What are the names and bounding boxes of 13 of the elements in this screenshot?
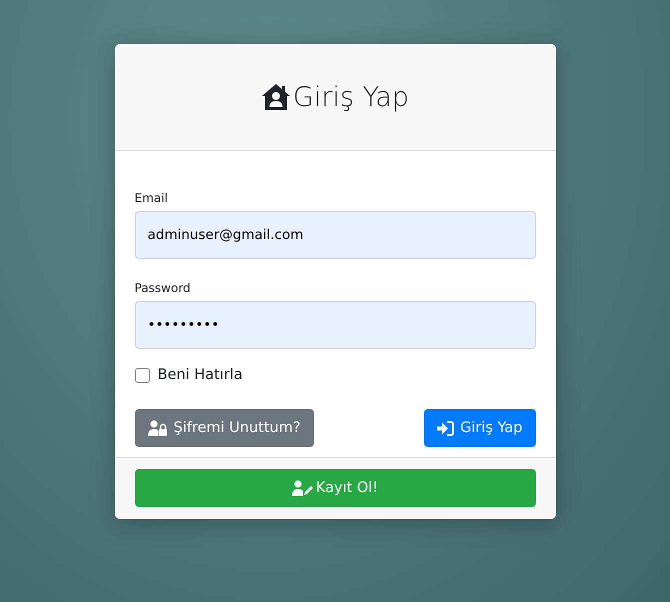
user-edit-icon <box>292 480 314 496</box>
user-lock-icon <box>148 420 168 436</box>
field-label: Email <box>134 191 169 205</box>
house-user-icon <box>260 83 291 111</box>
forgot-password-button[interactable]: Şifremi Unuttum? <box>134 409 314 447</box>
remember-checkbox[interactable] <box>134 368 150 382</box>
remember-label[interactable]: Beni Hatırla <box>158 367 243 383</box>
page-title: Giriş Yap <box>292 82 410 112</box>
sign-in-icon <box>437 420 454 436</box>
email-field[interactable]: adminuser@gmail.com <box>134 211 536 259</box>
login-button[interactable]: Giriş Yap <box>424 409 536 447</box>
field-label: Password <box>134 281 192 295</box>
password-field[interactable]: ••••••••• <box>134 301 536 349</box>
